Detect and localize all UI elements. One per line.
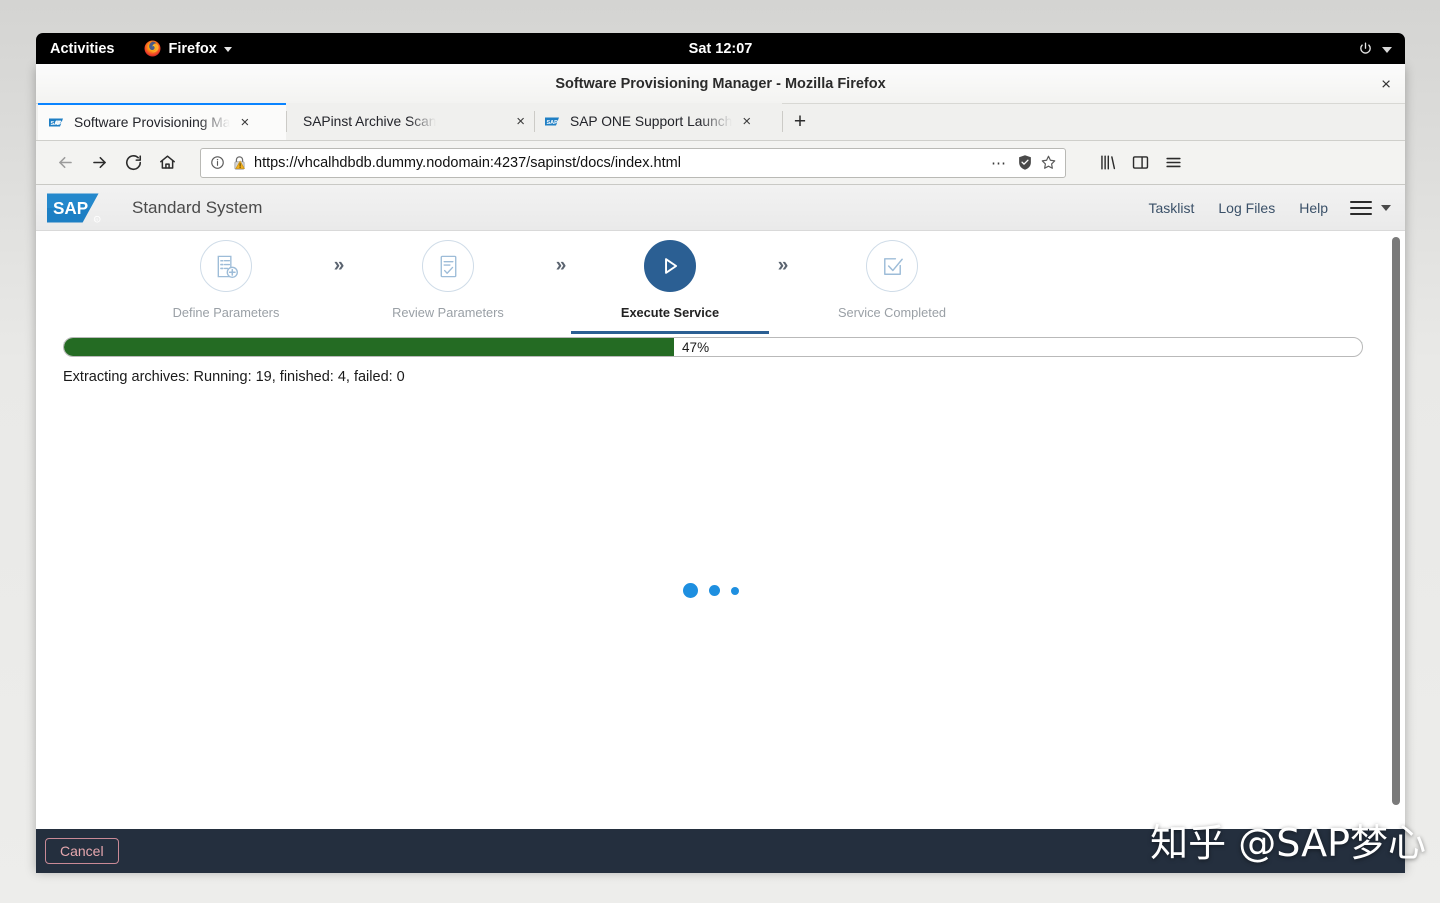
url-text[interactable]: https://vhcalhdbdb.dummy.nodomain:4237/s… <box>254 155 981 171</box>
wizard-step-define-parameters[interactable]: Define Parameters <box>146 240 306 320</box>
nav-link-help[interactable]: Help <box>1287 200 1340 216</box>
new-tab-button[interactable]: + <box>782 103 818 140</box>
window-close-button[interactable]: × <box>1381 75 1391 92</box>
progress-bar: 47% <box>63 337 1363 357</box>
loading-dot <box>730 586 739 595</box>
wizard-step-service-completed[interactable]: Service Completed <box>812 240 972 320</box>
tab-title: SAP ONE Support Launch <box>570 114 733 129</box>
document-add-icon <box>217 255 238 278</box>
insecure-lock-warning-icon[interactable] <box>232 155 247 171</box>
watermark-text: 知乎 @SAP梦心 <box>1150 821 1426 865</box>
chevron-down-icon[interactable] <box>1381 205 1391 211</box>
cancel-button[interactable]: Cancel <box>45 838 119 864</box>
window-title: Software Provisioning Manager - Mozilla … <box>555 75 886 92</box>
scrollbar-thumb[interactable] <box>1392 237 1400 805</box>
tab-strip: SAP Software Provisioning Ma × SAPinst A… <box>36 103 1405 141</box>
url-bar[interactable]: https://vhcalhdbdb.dummy.nodomain:4237/s… <box>200 147 1066 178</box>
tab-close-button[interactable]: × <box>742 114 751 129</box>
step-chevron-icon: » <box>333 255 345 276</box>
nav-link-log-files[interactable]: Log Files <box>1206 200 1287 216</box>
power-icon <box>1360 42 1371 54</box>
checkbox-check-icon <box>883 257 903 275</box>
play-icon <box>665 258 678 274</box>
star-icon[interactable] <box>1040 154 1057 171</box>
chevron-down-icon <box>1382 46 1392 53</box>
step-label: Define Parameters <box>172 305 280 320</box>
sidebar-icon[interactable] <box>1131 153 1150 172</box>
hamburger-menu-icon[interactable] <box>1164 153 1183 172</box>
info-icon[interactable] <box>210 155 225 170</box>
progress-percent-label: 47% <box>682 339 710 355</box>
step-circle <box>866 240 918 292</box>
sap-app-header: SAP R Standard System Tasklist Log Files… <box>36 185 1405 231</box>
loading-dot <box>682 583 698 598</box>
toolbar-right-buttons <box>1090 153 1183 172</box>
tab-title: Software Provisioning Ma <box>74 115 231 130</box>
tab-title: SAPinst Archive Scan <box>303 114 437 129</box>
sap-logo-text: SAP <box>53 197 88 217</box>
svg-text:R: R <box>95 216 98 221</box>
navigation-toolbar: https://vhcalhdbdb.dummy.nodomain:4237/s… <box>36 141 1405 185</box>
tab-software-provisioning-manager[interactable]: SAP Software Provisioning Ma × <box>38 103 286 140</box>
nav-link-tasklist[interactable]: Tasklist <box>1136 200 1206 216</box>
progress-section: 47% Extracting archives: Running: 19, fi… <box>63 337 1363 385</box>
sap-favicon-icon: SAP <box>545 117 559 126</box>
window-title-bar: Software Provisioning Manager - Mozilla … <box>36 64 1405 104</box>
step-label: Review Parameters <box>392 305 504 320</box>
svg-text:SAP: SAP <box>51 121 63 127</box>
home-icon[interactable] <box>150 148 184 178</box>
back-arrow-icon[interactable] <box>48 148 82 178</box>
library-icon[interactable] <box>1098 153 1117 172</box>
loading-dots-icon <box>36 583 1405 598</box>
document-check-icon <box>440 255 456 277</box>
tab-close-button[interactable]: × <box>516 114 525 129</box>
step-chevron-icon: » <box>555 255 567 276</box>
firefox-window: Software Provisioning Manager - Mozilla … <box>36 64 1405 873</box>
loading-dot <box>708 585 720 596</box>
activities-button[interactable]: Activities <box>50 41 114 57</box>
desktop-background: Activities Firefox Sat 12:07 Software Pr… <box>0 0 1440 903</box>
tracking-protection-shield-icon[interactable] <box>1017 154 1033 171</box>
progress-bar-fill <box>64 338 675 356</box>
step-label: Execute Service <box>620 305 720 320</box>
wizard-step-review-parameters[interactable]: Review Parameters <box>368 240 528 320</box>
page-scrollbar[interactable] <box>1391 237 1401 825</box>
sap-header-nav: Tasklist Log Files Help <box>1136 185 1391 231</box>
step-chevron-icon: » <box>777 255 789 276</box>
wizard-step-execute-service[interactable]: Execute Service <box>571 240 769 334</box>
tab-sapinst-archive-scan[interactable]: SAPinst Archive Scan × <box>286 103 534 140</box>
wizard-steps: Define Parameters » Review Parameters » <box>36 231 1405 343</box>
step-circle <box>422 240 474 292</box>
ellipsis-icon[interactable]: ⋯ <box>988 154 1010 172</box>
step-circle <box>200 240 252 292</box>
sap-favicon-icon: SAP <box>49 118 63 127</box>
system-status-menu[interactable] <box>1358 41 1392 56</box>
chevron-down-icon <box>223 47 232 52</box>
tab-sap-one-support-launchpad[interactable]: SAP SAP ONE Support Launch × <box>534 103 782 140</box>
progress-status-text: Extracting archives: Running: 19, finish… <box>63 369 405 385</box>
page-title: Standard System <box>132 197 263 217</box>
firefox-icon <box>145 40 161 57</box>
system-top-bar: Activities Firefox Sat 12:07 <box>36 33 1405 64</box>
forward-arrow-icon[interactable] <box>82 148 116 178</box>
firefox-app-menu-label: Firefox <box>168 40 217 57</box>
system-clock[interactable]: Sat 12:07 <box>36 41 1405 57</box>
hamburger-menu-icon[interactable] <box>1350 200 1372 216</box>
firefox-app-menu[interactable]: Firefox <box>144 40 232 57</box>
svg-text:SAP: SAP <box>547 120 559 126</box>
step-circle <box>644 240 696 292</box>
reload-icon[interactable] <box>116 148 150 178</box>
page-content: SAP R Standard System Tasklist Log Files… <box>36 185 1405 829</box>
tab-close-button[interactable]: × <box>240 115 249 130</box>
step-label: Service Completed <box>837 305 947 320</box>
sap-logo-icon: SAP R <box>47 192 101 223</box>
